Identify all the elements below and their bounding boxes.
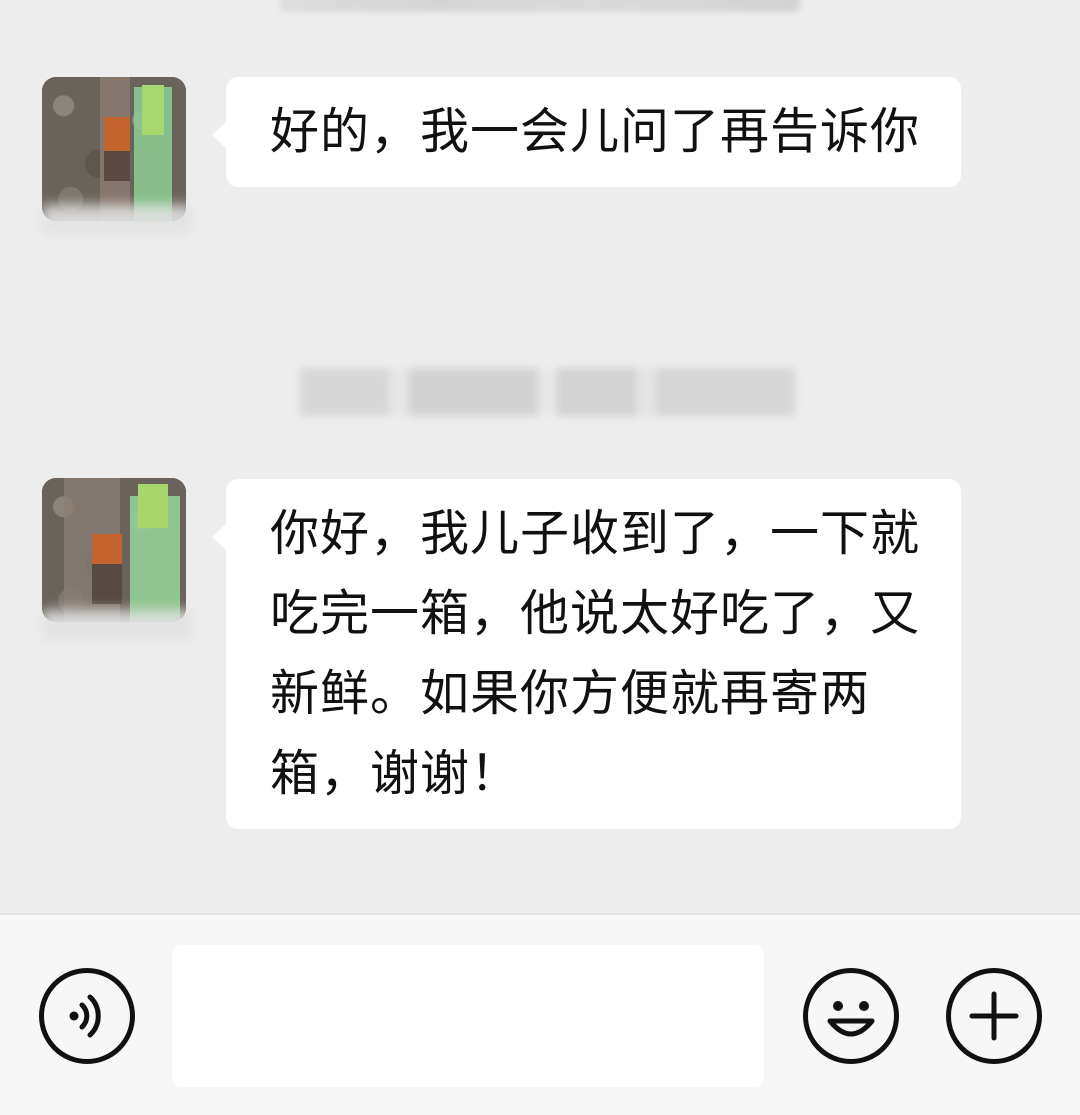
voice-icon [69, 994, 101, 1038]
contact-avatar[interactable] [42, 478, 186, 622]
blurred-timestamp [280, 0, 800, 12]
blurred-sender-name [42, 205, 192, 235]
input-bar [0, 913, 1080, 1115]
plus-icon [969, 991, 1019, 1041]
emoji-icon [827, 1001, 875, 1037]
emoji-button[interactable] [803, 968, 899, 1064]
message-bubble[interactable]: 你好，我儿子收到了，一下就吃完一箱，他说太好吃了，又新鲜。如果你方便就再寄两箱，… [212, 479, 961, 829]
more-button[interactable] [946, 968, 1042, 1064]
contact-avatar[interactable] [42, 77, 186, 221]
blurred-timestamp [300, 368, 795, 416]
blurred-sender-name [42, 610, 192, 640]
message-input[interactable] [172, 945, 764, 1087]
chat-area: 好的，我一会儿问了再告诉你 你好，我儿子收到了，一下就吃完一箱，他说太好吃了，又… [0, 0, 1080, 913]
message-text: 你好，我儿子收到了，一下就吃完一箱，他说太好吃了，又新鲜。如果你方便就再寄两箱，… [270, 505, 921, 802]
voice-button[interactable] [39, 968, 135, 1064]
message-bubble[interactable]: 好的，我一会儿问了再告诉你 [212, 77, 961, 187]
message-text: 好的，我一会儿问了再告诉你 [270, 103, 921, 160]
